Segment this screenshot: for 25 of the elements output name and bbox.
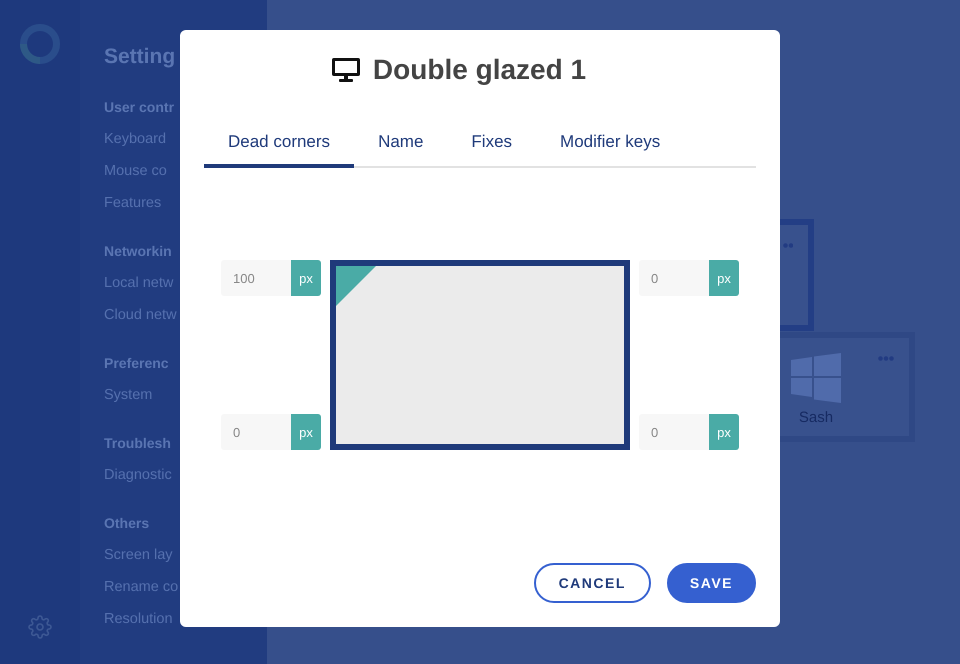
unit-label: px	[291, 414, 321, 450]
tab[interactable]: Dead corners	[204, 118, 354, 168]
section-heading: Others	[104, 514, 150, 533]
number-input[interactable]: 100	[221, 260, 291, 296]
save-button[interactable]: SAVE	[666, 563, 756, 603]
tab[interactable]: Name	[354, 118, 448, 168]
ring-logo-icon	[20, 24, 60, 64]
section-heading: Networkin	[104, 242, 172, 261]
settings-icon[interactable]	[28, 615, 52, 639]
unit-label: px	[709, 414, 739, 450]
windows-logo-icon	[791, 353, 841, 403]
number-input[interactable]: 0	[639, 260, 709, 296]
number-input[interactable]: 0	[639, 414, 709, 450]
dialog-title: Double glazed 1	[372, 53, 586, 87]
monitor-icon	[332, 58, 360, 82]
section-heading: Preferenc	[104, 354, 169, 373]
tab[interactable]: Fixes	[447, 118, 536, 168]
section-heading: Troublesh	[104, 434, 171, 453]
number-input[interactable]: 0	[221, 414, 291, 450]
tab[interactable]: Modifier keys	[536, 118, 684, 168]
unit-label: px	[291, 260, 321, 296]
cancel-button[interactable]: CANCEL	[534, 563, 651, 603]
panel-title: Setting	[104, 44, 176, 70]
section-heading: User contr	[104, 98, 174, 117]
unit-label: px	[709, 260, 739, 296]
